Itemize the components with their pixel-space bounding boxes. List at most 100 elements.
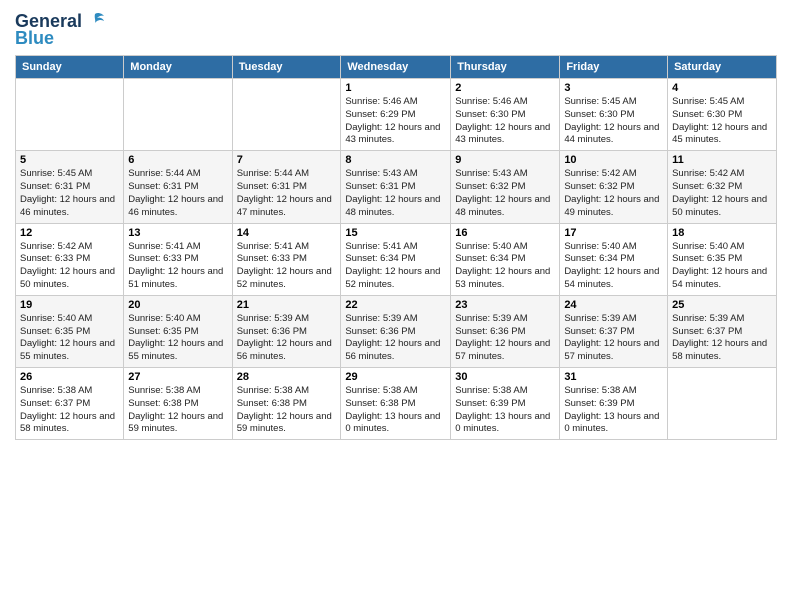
day-number: 8: [345, 154, 446, 166]
day-info: Sunrise: 5:38 AM Sunset: 6:38 PM Dayligh…: [345, 385, 446, 436]
day-header-thursday: Thursday: [451, 56, 560, 79]
logo-blue: Blue: [15, 28, 54, 49]
day-number: 30: [455, 371, 555, 383]
calendar-cell: 22 Sunrise: 5:39 AM Sunset: 6:36 PM Dayli…: [341, 295, 451, 367]
calendar-cell: 7 Sunrise: 5:44 AM Sunset: 6:31 PM Daylig…: [232, 151, 341, 223]
day-number: 12: [20, 227, 119, 239]
logo-bird-icon: [84, 10, 106, 32]
day-number: 10: [564, 154, 663, 166]
calendar-cell: 15Sunrise: 5:41 AM Sunset: 6:34 PM Dayli…: [341, 223, 451, 295]
day-header-saturday: Saturday: [668, 56, 777, 79]
calendar-cell: 6Sunrise: 5:44 AM Sunset: 6:31 PM Daylig…: [124, 151, 232, 223]
day-info: Sunrise: 5:40 AM Sunset: 6:34 PM Dayligh…: [564, 241, 663, 292]
day-info: Sunrise: 5:39 AM Sunset: 6:37 PM Dayligh…: [672, 313, 772, 364]
day-info: Sunrise: 5:39 AM Sunset: 6:36 PM Dayligh…: [345, 313, 446, 364]
day-number: 21: [237, 299, 337, 311]
calendar-cell: [232, 79, 341, 151]
calendar-cell: 31 Sunrise: 5:38 AM Sunset: 6:39 PM Dayli…: [560, 368, 668, 440]
calendar-cell: 20 Sunrise: 5:40 AM Sunset: 6:35 PM Dayli…: [124, 295, 232, 367]
calendar-cell: [16, 79, 124, 151]
calendar-cell: 13 Sunrise: 5:41 AM Sunset: 6:33 PM Dayli…: [124, 223, 232, 295]
day-number: 3: [564, 82, 663, 94]
day-number: 28: [237, 371, 337, 383]
calendar-week-3: 12 Sunrise: 5:42 AM Sunset: 6:33 PM Dayli…: [16, 223, 777, 295]
day-info: Sunrise: 5:44 AM Sunset: 6:31 PM Dayligh…: [237, 168, 337, 219]
calendar-cell: 10 Sunrise: 5:42 AM Sunset: 6:32 PM Dayli…: [560, 151, 668, 223]
day-number: 31: [564, 371, 663, 383]
calendar-cell: 26 Sunrise: 5:38 AM Sunset: 6:37 PM Dayli…: [16, 368, 124, 440]
calendar-cell: 30 Sunrise: 5:38 AM Sunset: 6:39 PM Dayli…: [451, 368, 560, 440]
day-number: 24: [564, 299, 663, 311]
calendar-cell: 5Sunrise: 5:45 AM Sunset: 6:31 PM Daylig…: [16, 151, 124, 223]
day-header-wednesday: Wednesday: [341, 56, 451, 79]
day-number: 19: [20, 299, 119, 311]
calendar-cell: 27Sunrise: 5:38 AM Sunset: 6:38 PM Dayli…: [124, 368, 232, 440]
day-number: 2: [455, 82, 555, 94]
day-info: Sunrise: 5:46 AM Sunset: 6:30 PM Dayligh…: [455, 96, 555, 147]
calendar-cell: 23 Sunrise: 5:39 AM Sunset: 6:36 PM Dayli…: [451, 295, 560, 367]
calendar-table: SundayMondayTuesdayWednesdayThursdayFrid…: [15, 55, 777, 440]
day-number: 25: [672, 299, 772, 311]
day-info: Sunrise: 5:40 AM Sunset: 6:34 PM Dayligh…: [455, 241, 555, 292]
day-info: Sunrise: 5:40 AM Sunset: 6:35 PM Dayligh…: [672, 241, 772, 292]
day-number: 18: [672, 227, 772, 239]
day-info: Sunrise: 5:38 AM Sunset: 6:39 PM Dayligh…: [455, 385, 555, 436]
day-info: Sunrise: 5:41 AM Sunset: 6:33 PM Dayligh…: [128, 241, 227, 292]
calendar-cell: 12 Sunrise: 5:42 AM Sunset: 6:33 PM Dayli…: [16, 223, 124, 295]
calendar-cell: 3 Sunrise: 5:45 AM Sunset: 6:30 PM Daylig…: [560, 79, 668, 151]
calendar-cell: 25 Sunrise: 5:39 AM Sunset: 6:37 PM Dayli…: [668, 295, 777, 367]
day-info: Sunrise: 5:38 AM Sunset: 6:39 PM Dayligh…: [564, 385, 663, 436]
calendar-cell: 28 Sunrise: 5:38 AM Sunset: 6:38 PM Dayli…: [232, 368, 341, 440]
day-info: Sunrise: 5:44 AM Sunset: 6:31 PM Dayligh…: [128, 168, 227, 219]
day-header-sunday: Sunday: [16, 56, 124, 79]
day-info: Sunrise: 5:40 AM Sunset: 6:35 PM Dayligh…: [128, 313, 227, 364]
day-info: Sunrise: 5:38 AM Sunset: 6:37 PM Dayligh…: [20, 385, 119, 436]
page: General Blue SundayMondayTuesdayWednesda…: [0, 0, 792, 612]
day-number: 23: [455, 299, 555, 311]
day-number: 7: [237, 154, 337, 166]
day-info: Sunrise: 5:43 AM Sunset: 6:31 PM Dayligh…: [345, 168, 446, 219]
calendar-cell: 1 Sunrise: 5:46 AM Sunset: 6:29 PM Daylig…: [341, 79, 451, 151]
day-info: Sunrise: 5:46 AM Sunset: 6:29 PM Dayligh…: [345, 96, 446, 147]
day-header-tuesday: Tuesday: [232, 56, 341, 79]
day-number: 14: [237, 227, 337, 239]
calendar-week-1: 1 Sunrise: 5:46 AM Sunset: 6:29 PM Daylig…: [16, 79, 777, 151]
calendar-cell: 9 Sunrise: 5:43 AM Sunset: 6:32 PM Daylig…: [451, 151, 560, 223]
calendar-cell: 8 Sunrise: 5:43 AM Sunset: 6:31 PM Daylig…: [341, 151, 451, 223]
day-info: Sunrise: 5:45 AM Sunset: 6:31 PM Dayligh…: [20, 168, 119, 219]
calendar-cell: 18 Sunrise: 5:40 AM Sunset: 6:35 PM Dayli…: [668, 223, 777, 295]
calendar-cell: 21 Sunrise: 5:39 AM Sunset: 6:36 PM Dayli…: [232, 295, 341, 367]
day-info: Sunrise: 5:39 AM Sunset: 6:36 PM Dayligh…: [455, 313, 555, 364]
day-info: Sunrise: 5:39 AM Sunset: 6:36 PM Dayligh…: [237, 313, 337, 364]
calendar-header-row: SundayMondayTuesdayWednesdayThursdayFrid…: [16, 56, 777, 79]
day-info: Sunrise: 5:45 AM Sunset: 6:30 PM Dayligh…: [564, 96, 663, 147]
header: General Blue: [15, 10, 777, 49]
day-number: 22: [345, 299, 446, 311]
day-info: Sunrise: 5:45 AM Sunset: 6:30 PM Dayligh…: [672, 96, 772, 147]
day-header-friday: Friday: [560, 56, 668, 79]
day-number: 26: [20, 371, 119, 383]
day-number: 20: [128, 299, 227, 311]
day-info: Sunrise: 5:42 AM Sunset: 6:32 PM Dayligh…: [672, 168, 772, 219]
day-number: 16: [455, 227, 555, 239]
calendar-cell: 24 Sunrise: 5:39 AM Sunset: 6:37 PM Dayli…: [560, 295, 668, 367]
day-info: Sunrise: 5:40 AM Sunset: 6:35 PM Dayligh…: [20, 313, 119, 364]
logo: General Blue: [15, 10, 106, 49]
day-number: 11: [672, 154, 772, 166]
day-info: Sunrise: 5:38 AM Sunset: 6:38 PM Dayligh…: [237, 385, 337, 436]
day-info: Sunrise: 5:43 AM Sunset: 6:32 PM Dayligh…: [455, 168, 555, 219]
calendar-week-5: 26 Sunrise: 5:38 AM Sunset: 6:37 PM Dayli…: [16, 368, 777, 440]
calendar-cell: [124, 79, 232, 151]
calendar-cell: 17Sunrise: 5:40 AM Sunset: 6:34 PM Dayli…: [560, 223, 668, 295]
day-number: 9: [455, 154, 555, 166]
day-info: Sunrise: 5:42 AM Sunset: 6:33 PM Dayligh…: [20, 241, 119, 292]
day-header-monday: Monday: [124, 56, 232, 79]
calendar-cell: 19 Sunrise: 5:40 AM Sunset: 6:35 PM Dayli…: [16, 295, 124, 367]
day-info: Sunrise: 5:38 AM Sunset: 6:38 PM Dayligh…: [128, 385, 227, 436]
day-info: Sunrise: 5:39 AM Sunset: 6:37 PM Dayligh…: [564, 313, 663, 364]
day-number: 15: [345, 227, 446, 239]
calendar-cell: 16 Sunrise: 5:40 AM Sunset: 6:34 PM Dayli…: [451, 223, 560, 295]
day-info: Sunrise: 5:42 AM Sunset: 6:32 PM Dayligh…: [564, 168, 663, 219]
day-number: 13: [128, 227, 227, 239]
day-number: 1: [345, 82, 446, 94]
